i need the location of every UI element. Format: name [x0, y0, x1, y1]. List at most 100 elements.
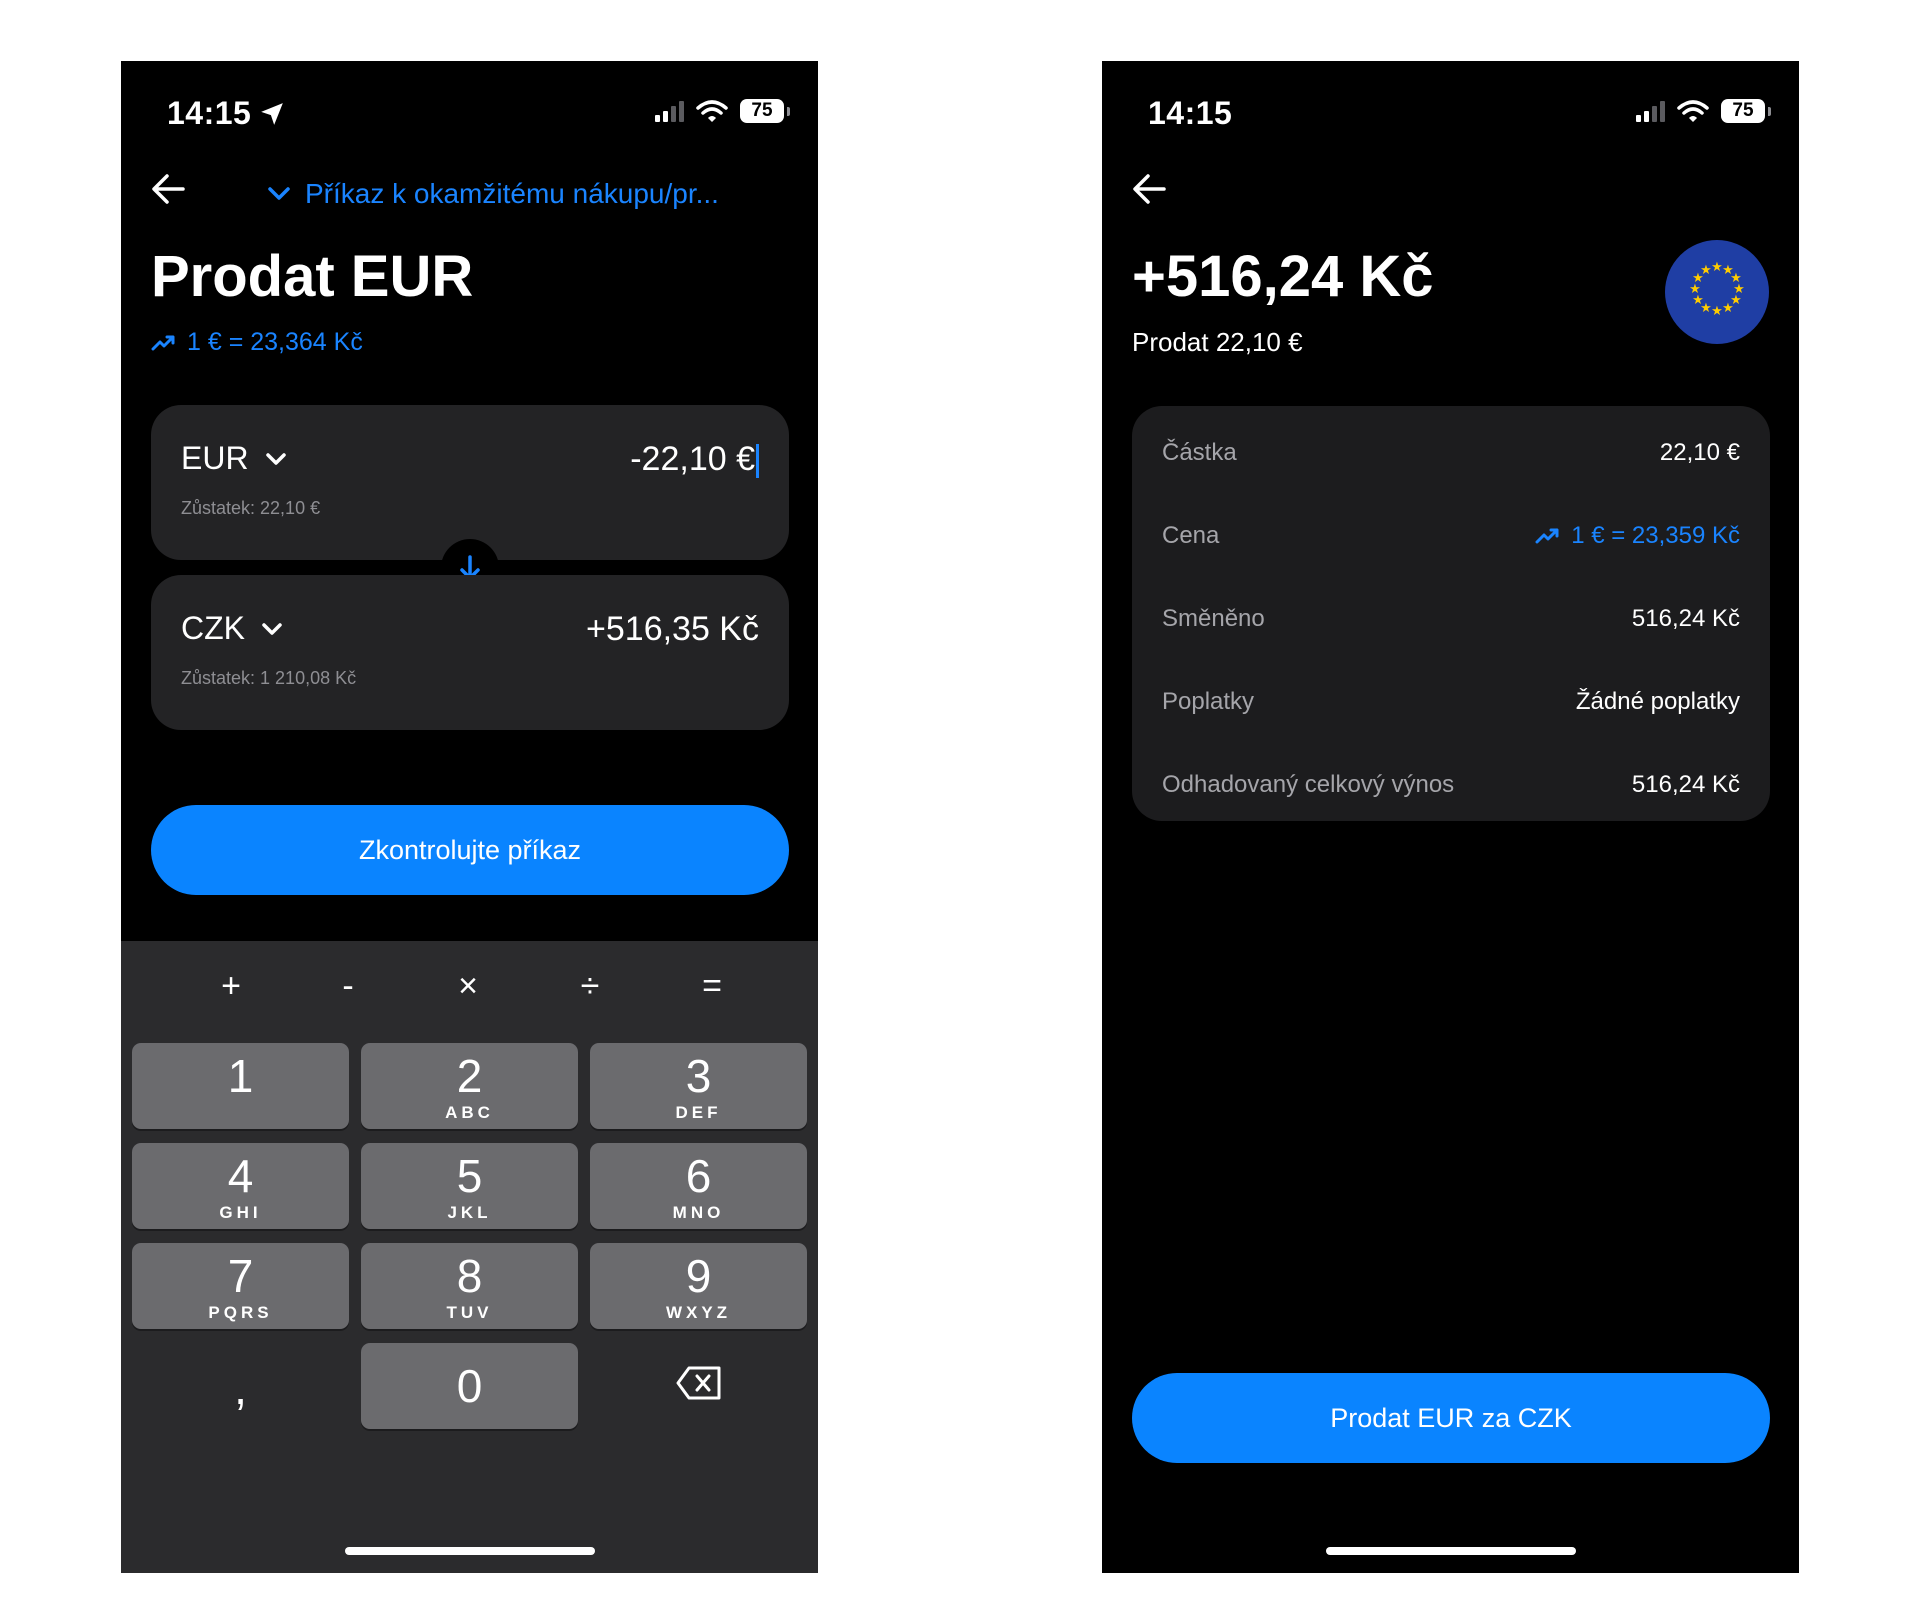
- to-amount-value[interactable]: +516,35 Kč: [586, 610, 759, 649]
- chevron-down-icon: [265, 452, 286, 465]
- key-digit: 3: [685, 1050, 712, 1102]
- status-indicators: 75: [1636, 99, 1771, 123]
- key-digit: 1: [227, 1050, 254, 1102]
- back-arrow-icon[interactable]: [1130, 171, 1170, 207]
- key-digit: 7: [227, 1250, 254, 1302]
- text-caret: [756, 444, 759, 479]
- detail-label: Odhadovaný celkový výnos: [1162, 771, 1455, 798]
- sell-currency-card[interactable]: EUR -22,10 € Zůstatek: 22,10 €: [151, 405, 789, 560]
- detail-row-price: Cena 1 € = 23,359 Kč: [1162, 516, 1740, 556]
- key-0[interactable]: 0: [361, 1343, 578, 1429]
- detail-value: 22,10 €: [1659, 439, 1740, 466]
- key-letters: TUV: [446, 1303, 493, 1322]
- svg-text:★: ★: [1711, 260, 1723, 275]
- exchange-rate-text: 1 € = 23,364 Kč: [187, 328, 363, 356]
- received-amount: +516,24 Kč: [1132, 244, 1434, 309]
- divide-key[interactable]: ÷: [560, 967, 620, 1006]
- to-balance: Zůstatek: 1 210,08 Kč: [181, 668, 357, 688]
- detail-row-total: Odhadovaný celkový výnos 516,24 Kč: [1162, 765, 1740, 805]
- battery-icon: 75: [1721, 99, 1771, 123]
- detail-row-fees: Poplatky Žádné poplatky: [1162, 682, 1740, 722]
- chevron-down-icon: [268, 187, 290, 200]
- status-time: 14:15: [1148, 95, 1233, 131]
- key-2[interactable]: 2 ABC: [361, 1043, 578, 1129]
- svg-text:★: ★: [1722, 301, 1734, 316]
- key-digit: 2: [456, 1050, 483, 1102]
- key-digit: 8: [456, 1250, 483, 1302]
- key-digit: 4: [227, 1150, 254, 1202]
- key-letters: MNO: [672, 1203, 725, 1222]
- detail-label: Částka: [1162, 439, 1237, 466]
- detail-value: 516,24 Kč: [1631, 771, 1740, 798]
- key-letters: JKL: [447, 1203, 492, 1222]
- detail-value: 1 € = 23,359 Kč: [1535, 522, 1740, 550]
- review-order-button[interactable]: Zkontrolujte příkaz: [151, 805, 789, 895]
- comma-key[interactable]: ,: [132, 1343, 349, 1429]
- minus-key[interactable]: -: [318, 967, 378, 1006]
- detail-label: Cena: [1162, 522, 1220, 549]
- key-digit: 6: [685, 1150, 712, 1202]
- eu-flag-icon: ★ ★ ★ ★ ★ ★ ★ ★ ★ ★ ★ ★: [1665, 240, 1769, 344]
- key-1[interactable]: 1: [132, 1043, 349, 1129]
- wifi-icon: [1677, 100, 1709, 122]
- key-letters: WXYZ: [665, 1303, 732, 1322]
- key-9[interactable]: 9 WXYZ: [590, 1243, 807, 1329]
- signal-icon: [1636, 100, 1665, 122]
- page-title: Prodat EUR: [151, 244, 474, 309]
- key-letters: ABC: [445, 1103, 494, 1122]
- backspace-key[interactable]: [590, 1343, 807, 1429]
- key-digit: 5: [456, 1150, 483, 1202]
- from-balance: Zůstatek: 22,10 €: [181, 498, 321, 518]
- svg-text:★: ★: [1711, 304, 1723, 319]
- from-currency-selector[interactable]: EUR: [181, 440, 287, 477]
- signal-icon: [655, 100, 684, 122]
- key-digit: 0: [456, 1360, 483, 1412]
- key-digit: ,: [234, 1362, 247, 1414]
- key-digit: 9: [685, 1250, 712, 1302]
- home-indicator: [1326, 1547, 1576, 1555]
- key-7[interactable]: 7 PQRS: [132, 1243, 349, 1329]
- confirmation-screen: 14:15 75 +516,24 Kč Prodat 22,10 € ★ ★ ★…: [1102, 61, 1799, 1573]
- from-amount-value: -22,10 €: [630, 440, 755, 478]
- exchange-screen: 14:15 75 Příkaz k okamžitému nákupu/pr..…: [121, 61, 818, 1573]
- detail-row-amount: Částka 22,10 €: [1162, 433, 1740, 473]
- home-indicator: [345, 1547, 595, 1555]
- backspace-icon: [676, 1366, 720, 1400]
- price-rate-text: 1 € = 23,359 Kč: [1571, 522, 1740, 549]
- key-6[interactable]: 6 MNO: [590, 1143, 807, 1229]
- key-3[interactable]: 3 DEF: [590, 1043, 807, 1129]
- key-letters: GHI: [219, 1203, 262, 1222]
- equals-key[interactable]: =: [682, 967, 742, 1006]
- from-amount-input[interactable]: -22,10 €: [630, 440, 759, 479]
- status-indicators: 75: [655, 99, 790, 123]
- wifi-icon: [696, 100, 728, 122]
- key-letters: PQRS: [208, 1303, 273, 1322]
- order-type-dropdown[interactable]: Příkaz k okamžitému nákupu/pr...: [267, 178, 719, 210]
- key-4[interactable]: 4 GHI: [132, 1143, 349, 1229]
- to-currency-selector[interactable]: CZK: [181, 610, 283, 647]
- sell-eur-button[interactable]: Prodat EUR za CZK: [1132, 1373, 1770, 1463]
- detail-value: Žádné poplatky: [1575, 688, 1740, 715]
- buy-currency-card[interactable]: CZK +516,35 Kč Zůstatek: 1 210,08 Kč: [151, 575, 789, 730]
- key-letters: DEF: [675, 1103, 722, 1122]
- order-details-card: Částka 22,10 € Cena 1 € = 23,359 Kč Směn…: [1132, 406, 1770, 821]
- plus-key[interactable]: +: [201, 967, 261, 1006]
- key-5[interactable]: 5 JKL: [361, 1143, 578, 1229]
- from-currency-code: EUR: [181, 440, 249, 476]
- numeric-keypad: + - × ÷ = 1 2 ABC 3 DEF 4 GHI 5 JKL 6 MN…: [121, 941, 818, 1573]
- detail-row-exchanged: Směněno 516,24 Kč: [1162, 599, 1740, 639]
- multiply-key[interactable]: ×: [438, 967, 498, 1006]
- location-arrow-icon: [261, 102, 284, 125]
- detail-label: Poplatky: [1162, 688, 1255, 715]
- chevron-down-icon: [262, 622, 282, 635]
- back-arrow-icon[interactable]: [149, 171, 189, 207]
- status-time: 14:15: [167, 95, 285, 132]
- svg-text:★: ★: [1700, 263, 1712, 278]
- sell-summary: Prodat 22,10 €: [1132, 327, 1303, 357]
- detail-value: 516,24 Kč: [1631, 605, 1740, 632]
- operator-row: + - × ÷ =: [121, 967, 818, 1017]
- battery-icon: 75: [740, 99, 790, 123]
- key-8[interactable]: 8 TUV: [361, 1243, 578, 1329]
- detail-label: Směněno: [1162, 605, 1265, 632]
- trend-up-icon: [151, 335, 175, 350]
